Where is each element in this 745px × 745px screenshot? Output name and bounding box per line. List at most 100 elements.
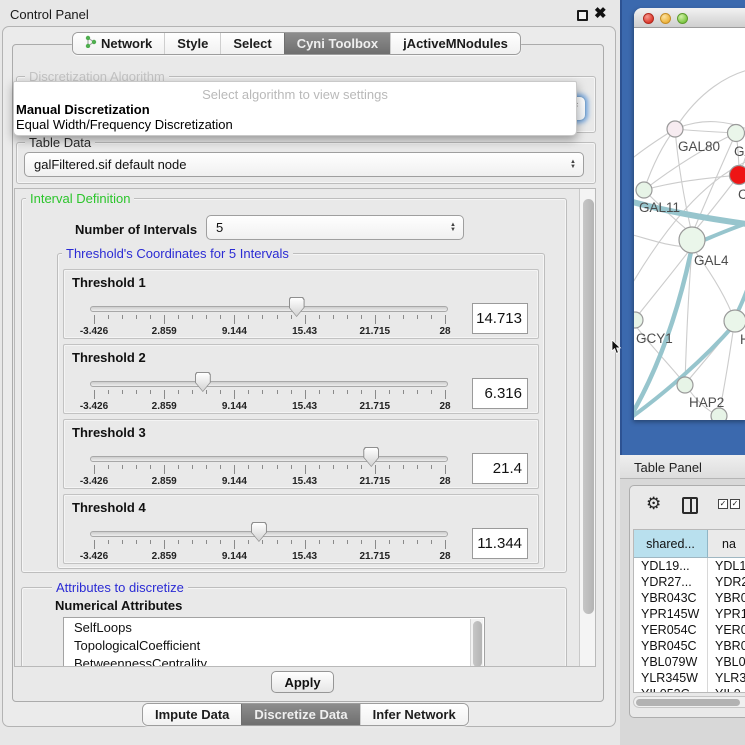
number-of-intervals-combobox[interactable]: 5 ▲▼	[206, 215, 464, 240]
scrollbar-thumb[interactable]	[636, 699, 740, 706]
cell-shared-name[interactable]: YDR27...	[634, 574, 708, 590]
cell-shared-name[interactable]: YLR345W	[634, 670, 708, 686]
popup-item-equal-width-frequency[interactable]: Equal Width/Frequency Discretization	[16, 117, 233, 132]
network-node[interactable]	[728, 125, 745, 142]
cell-name[interactable]: YIL0	[708, 686, 745, 693]
cell-name[interactable]: YER0	[708, 622, 745, 638]
table-horizontal-scrollbar[interactable]	[633, 696, 745, 708]
slider-thumb[interactable]	[195, 372, 211, 392]
cell-name[interactable]: YDR2	[708, 574, 745, 590]
network-edge[interactable]	[644, 175, 739, 190]
cell-shared-name[interactable]: YPR145W	[634, 606, 708, 622]
threshold-value-field[interactable]	[472, 528, 528, 559]
slider-tick	[361, 465, 362, 469]
table-row[interactable]: YIL052CYIL0	[634, 686, 745, 693]
network-node[interactable]	[677, 377, 693, 393]
float-window-icon[interactable]	[577, 10, 588, 21]
slider-thumb[interactable]	[363, 447, 379, 467]
zoom-traffic-light-icon[interactable]	[677, 13, 688, 24]
slider-track[interactable]	[90, 381, 448, 387]
close-icon[interactable]: ✖	[594, 4, 607, 22]
cell-name[interactable]: YDL1	[708, 558, 745, 574]
column-header-shared-name[interactable]: shared...	[634, 530, 708, 557]
threshold-value-field[interactable]	[472, 453, 528, 484]
table-row[interactable]: YBR043CYBR0	[634, 590, 745, 606]
network-edge[interactable]	[644, 129, 675, 190]
network-edge[interactable]	[675, 69, 745, 129]
cell-name[interactable]: YPR1	[708, 606, 745, 622]
cell-name[interactable]: YLR3	[708, 670, 745, 686]
attribute-list-item[interactable]: BetweennessCentrality	[64, 654, 484, 667]
network-node-label: H	[740, 332, 745, 347]
close-traffic-light-icon[interactable]	[643, 13, 654, 24]
numerical-attributes-list[interactable]: SelfLoopsTopologicalCoefficientBetweenne…	[63, 617, 485, 667]
checkbox-icon[interactable]: ✓	[718, 499, 728, 509]
table-row[interactable]: YDL19...YDL1	[634, 558, 745, 574]
table-data-combobox[interactable]: galFiltered.sif default node ▲▼	[24, 152, 584, 177]
tab-network[interactable]: Network	[73, 33, 164, 54]
table-row[interactable]: YPR145WYPR1	[634, 606, 745, 622]
split-column-icon[interactable]	[682, 497, 698, 514]
gear-icon[interactable]: ⚙	[646, 494, 661, 514]
tab-impute-data[interactable]: Impute Data	[143, 704, 241, 725]
tab-style[interactable]: Style	[164, 33, 220, 54]
settings-scrollbar[interactable]	[579, 189, 596, 667]
slider-thumb[interactable]	[251, 522, 267, 542]
slider-tick	[277, 390, 278, 394]
tab-discretize-data[interactable]: Discretize Data	[241, 704, 359, 725]
cell-shared-name[interactable]: YBL079W	[634, 654, 708, 670]
slider-tick	[220, 390, 221, 394]
slider-track[interactable]	[90, 531, 448, 537]
network-node-label: GAL11	[639, 200, 680, 215]
network-node[interactable]	[634, 312, 643, 328]
cell-shared-name[interactable]: YIL052C	[634, 686, 708, 693]
table-row[interactable]: YBR045CYBR0	[634, 638, 745, 654]
network-edge[interactable]	[692, 175, 739, 234]
tab-jactivemnodules[interactable]: jActiveMNodules	[390, 33, 520, 54]
cell-shared-name[interactable]: YBR043C	[634, 590, 708, 606]
scrollbar-thumb[interactable]	[473, 621, 482, 667]
slider-track[interactable]	[90, 306, 448, 312]
scrollbar-thumb[interactable]	[583, 199, 594, 614]
network-node[interactable]	[711, 408, 727, 420]
table-row[interactable]: YLR345WYLR3	[634, 670, 745, 686]
network-node[interactable]	[667, 121, 683, 137]
attribute-list-item[interactable]: SelfLoops	[64, 618, 484, 636]
threshold-value-field[interactable]	[472, 303, 528, 334]
cell-name[interactable]: YBL0	[708, 654, 745, 670]
cell-shared-name[interactable]: YER054C	[634, 622, 708, 638]
tab-select[interactable]: Select	[220, 33, 283, 54]
cell-shared-name[interactable]: YDL19...	[634, 558, 708, 574]
slider-tick	[291, 390, 292, 394]
threshold-value-field[interactable]	[472, 378, 528, 409]
slider-thumb[interactable]	[289, 297, 305, 317]
slider-tick	[248, 315, 249, 319]
popup-item-manual-discretization[interactable]: Manual Discretization	[16, 102, 150, 117]
slider-track[interactable]	[90, 456, 448, 462]
attribute-list-item[interactable]: TopologicalCoefficient	[64, 636, 484, 654]
table-data-group-label: Table Data	[25, 135, 95, 150]
network-icon	[85, 35, 97, 51]
tab-cyni-toolbox[interactable]: Cyni Toolbox	[284, 33, 390, 54]
network-window-titlebar[interactable]	[634, 8, 745, 28]
checkbox-icon[interactable]: ✓	[730, 499, 740, 509]
table-row[interactable]: YER054CYER0	[634, 622, 745, 638]
attributes-list-scrollbar[interactable]	[470, 619, 483, 667]
network-canvas[interactable]: GAL80GACGAL11GAL4GCY1HHAP2	[634, 29, 745, 420]
cell-name[interactable]: YBR0	[708, 590, 745, 606]
cell-name[interactable]: YBR0	[708, 638, 745, 654]
cell-shared-name[interactable]: YBR045C	[634, 638, 708, 654]
minimize-traffic-light-icon[interactable]	[660, 13, 671, 24]
table-row[interactable]: YBL079WYBL0	[634, 654, 745, 670]
network-edge[interactable]	[675, 129, 736, 133]
network-node[interactable]	[730, 166, 745, 185]
apply-button[interactable]: Apply	[271, 671, 334, 693]
network-view-window[interactable]: GAL80GACGAL11GAL4GCY1HHAP2	[634, 8, 745, 420]
node-attribute-table[interactable]: shared... na YDL19...YDL1YDR27...YDR2YBR…	[633, 529, 745, 693]
network-node[interactable]	[724, 310, 745, 332]
table-row[interactable]: YDR27...YDR2	[634, 574, 745, 590]
column-header-name[interactable]: na	[708, 530, 745, 557]
network-node[interactable]	[679, 227, 705, 253]
tab-infer-network[interactable]: Infer Network	[360, 704, 468, 725]
network-node[interactable]	[636, 182, 652, 198]
